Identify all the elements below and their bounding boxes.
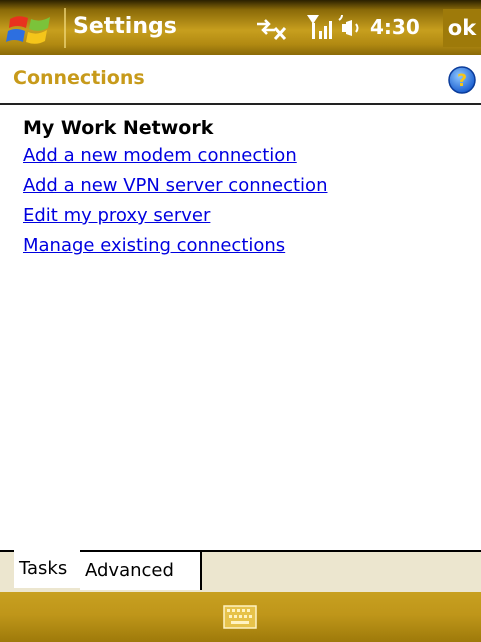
clock[interactable]: 4:30 bbox=[370, 14, 420, 40]
connectivity-icon[interactable] bbox=[255, 12, 289, 42]
tab-tasks[interactable]: Tasks bbox=[14, 550, 90, 588]
page-title: Connections bbox=[13, 67, 145, 89]
svg-text:?: ? bbox=[457, 71, 467, 91]
keyboard-icon[interactable] bbox=[223, 605, 257, 629]
ok-button[interactable]: ok bbox=[443, 9, 481, 47]
title-separator bbox=[64, 8, 66, 48]
bottom-menu-bar bbox=[0, 592, 481, 642]
add-modem-connection-link[interactable]: Add a new modem connection bbox=[23, 141, 327, 171]
edit-proxy-server-link[interactable]: Edit my proxy server bbox=[23, 201, 327, 231]
content-area: My Work Network Add a new modem connecti… bbox=[23, 116, 327, 261]
add-vpn-connection-link[interactable]: Add a new VPN server connection bbox=[23, 171, 327, 201]
page-header: Connections ? bbox=[0, 55, 481, 105]
app-title: Settings bbox=[73, 14, 177, 39]
tab-advanced[interactable]: Advanced bbox=[80, 550, 202, 590]
section-title: My Work Network bbox=[23, 117, 214, 139]
signal-strength-icon[interactable] bbox=[306, 12, 332, 42]
tab-bar: Tasks Advanced bbox=[0, 550, 481, 594]
help-icon[interactable]: ? bbox=[447, 65, 477, 95]
manage-connections-link[interactable]: Manage existing connections bbox=[23, 231, 327, 261]
volume-icon[interactable] bbox=[336, 12, 366, 42]
windows-start-icon[interactable] bbox=[6, 9, 58, 49]
title-bar: Settings 4:30 ok bbox=[0, 0, 481, 55]
